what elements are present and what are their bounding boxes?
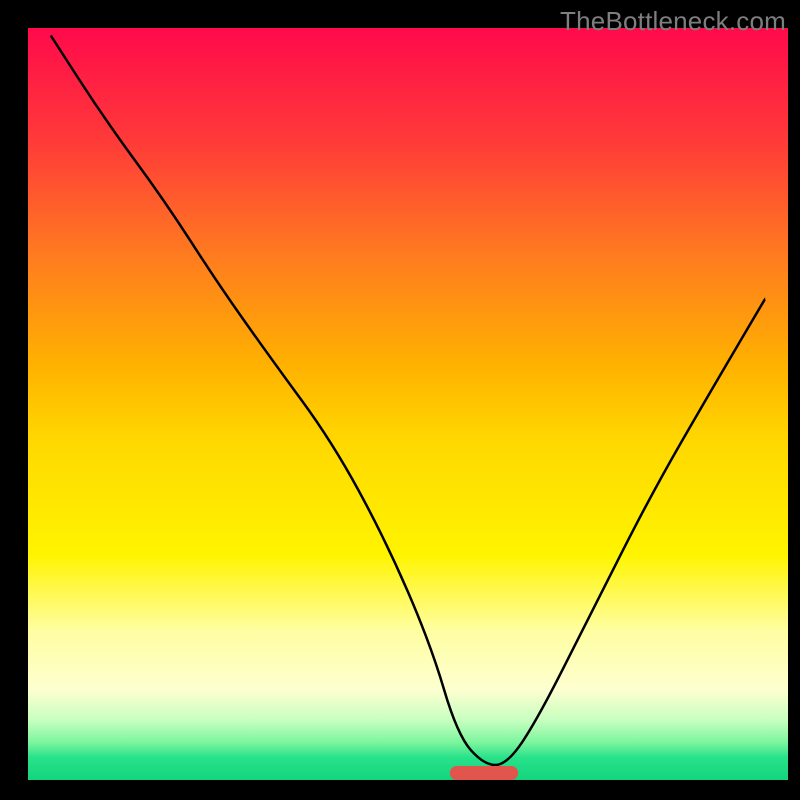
chart-svg xyxy=(0,0,800,800)
plot-background xyxy=(28,28,788,780)
watermark: TheBottleneck.com xyxy=(560,6,786,37)
bottleneck-chart: TheBottleneck.com xyxy=(0,0,800,800)
optimal-marker xyxy=(450,766,518,780)
